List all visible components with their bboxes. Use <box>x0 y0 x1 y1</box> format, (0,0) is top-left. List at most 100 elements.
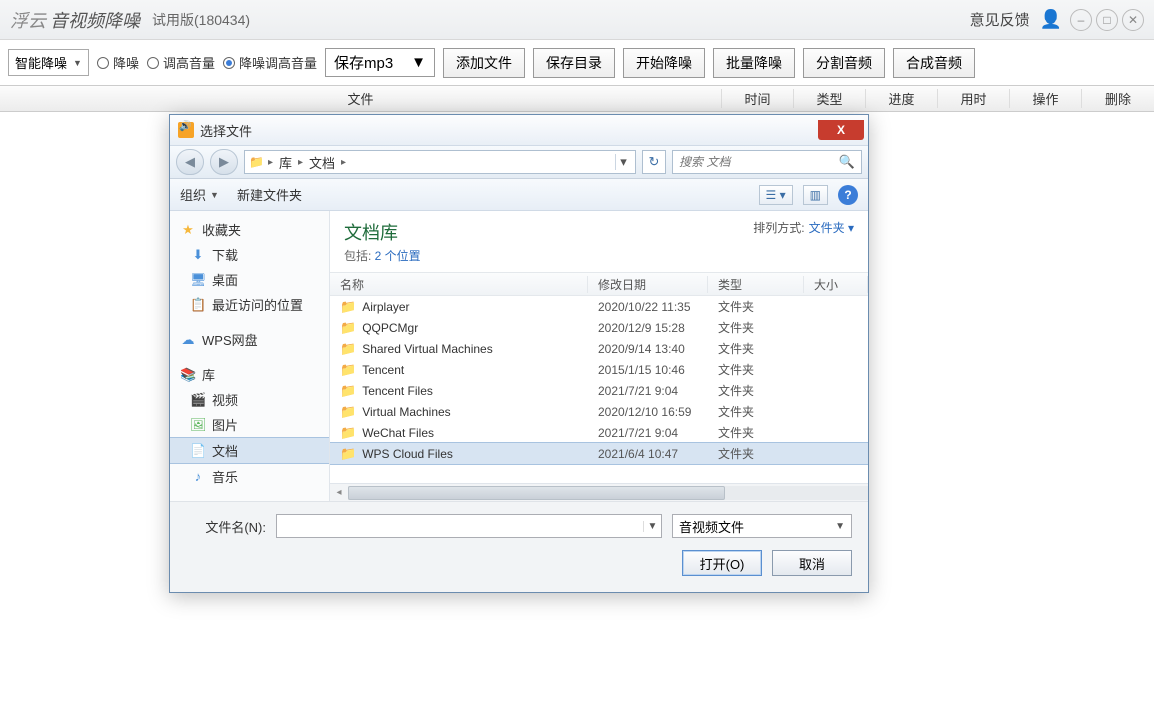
sort-label: 排列方式: <box>753 219 804 236</box>
radio-denoise[interactable]: 降噪 <box>97 53 139 72</box>
organize-menu[interactable]: 组织▼ <box>180 185 219 204</box>
file-name: WeChat Files <box>362 426 434 440</box>
minimize-icon[interactable]: – <box>1070 9 1092 31</box>
feedback-link[interactable]: 意见反馈 <box>970 9 1030 30</box>
sidebar-documents[interactable]: 📄文档 <box>170 437 329 464</box>
folder-icon: 📁 <box>249 155 264 169</box>
file-date: 2020/9/14 13:40 <box>588 342 708 356</box>
search-box[interactable]: 🔍 <box>672 150 862 174</box>
file-date: 2020/12/9 15:28 <box>588 321 708 335</box>
sidebar-favorites[interactable]: ★收藏夹 <box>170 217 329 242</box>
dialog-toolbar: 组织▼ 新建文件夹 ☰ ▾ ▥ ? <box>170 179 868 211</box>
th-action: 操作 <box>1010 89 1082 108</box>
view-mode-button[interactable]: ☰ ▾ <box>759 185 793 205</box>
sidebar-music[interactable]: ♪音乐 <box>170 464 329 489</box>
file-name: Airplayer <box>362 300 409 314</box>
radio-group: 降噪 调高音量 降噪调高音量 <box>97 53 317 72</box>
library-locations-link[interactable]: 2 个位置 <box>375 249 421 263</box>
sort-value-dropdown[interactable]: 文件夹 ▾ <box>809 219 854 236</box>
file-filter-dropdown[interactable]: 音视频文件▼ <box>672 514 852 538</box>
sidebar-downloads[interactable]: ⬇下载 <box>170 242 329 267</box>
file-type: 文件夹 <box>708 340 804 357</box>
folder-icon: 📁 <box>340 299 356 315</box>
col-type[interactable]: 类型 <box>708 276 804 293</box>
col-date[interactable]: 修改日期 <box>588 276 708 293</box>
nav-forward-button[interactable]: ▶ <box>210 149 238 175</box>
trial-label: 试用版(180434) <box>152 10 250 30</box>
file-row[interactable]: 📁Tencent2015/1/15 10:46文件夹 <box>330 359 868 380</box>
dialog-icon <box>178 122 194 138</box>
batch-denoise-button[interactable]: 批量降噪 <box>713 48 795 78</box>
file-type: 文件夹 <box>708 403 804 420</box>
chevron-down-icon: ▼ <box>73 58 82 68</box>
file-name: Tencent <box>362 363 404 377</box>
file-name: Shared Virtual Machines <box>362 342 493 356</box>
user-icon[interactable]: 👤 <box>1040 9 1062 30</box>
add-file-button[interactable]: 添加文件 <box>443 48 525 78</box>
file-row[interactable]: 📁WPS Cloud Files2021/6/4 10:47文件夹 <box>330 443 868 464</box>
th-file: 文件 <box>0 89 722 108</box>
folder-icon: 📁 <box>340 425 356 441</box>
start-denoise-button[interactable]: 开始降噪 <box>623 48 705 78</box>
radio-denoise-volume[interactable]: 降噪调高音量 <box>223 53 317 72</box>
chevron-down-icon[interactable]: ▼ <box>643 521 661 532</box>
save-format-dropdown[interactable]: 保存mp3 ▼ <box>325 48 435 77</box>
search-icon[interactable]: 🔍 <box>839 154 855 170</box>
dialog-close-button[interactable]: X <box>818 120 864 140</box>
radio-volume-up[interactable]: 调高音量 <box>147 53 215 72</box>
save-dir-button[interactable]: 保存目录 <box>533 48 615 78</box>
merge-audio-button[interactable]: 合成音频 <box>893 48 975 78</box>
sidebar-pictures[interactable]: 🖼图片 <box>170 412 329 437</box>
library-title: 文档库 <box>344 219 421 245</box>
file-date: 2020/12/10 16:59 <box>588 405 708 419</box>
close-icon[interactable]: ✕ <box>1122 9 1144 31</box>
th-elapsed: 用时 <box>938 89 1010 108</box>
filename-input[interactable]: ▼ <box>276 514 662 538</box>
th-progress: 进度 <box>866 89 938 108</box>
preview-pane-button[interactable]: ▥ <box>803 185 828 205</box>
sidebar-recent[interactable]: 📋最近访问的位置 <box>170 292 329 317</box>
horizontal-scrollbar[interactable]: ◂ <box>330 483 868 501</box>
file-row[interactable]: 📁Tencent Files2021/7/21 9:04文件夹 <box>330 380 868 401</box>
dialog-title: 选择文件 <box>200 121 252 140</box>
open-button[interactable]: 打开(O) <box>682 550 762 576</box>
file-row[interactable]: 📁 Shared Virtual Machines 2020/9/14 13:40文… <box>330 338 868 359</box>
library-header: 文档库 包括: 2 个位置 排列方式: 文件夹 ▾ <box>330 211 868 272</box>
nav-back-button[interactable]: ◀ <box>176 149 204 175</box>
sidebar-wps[interactable]: ☁WPS网盘 <box>170 327 329 352</box>
cancel-button[interactable]: 取消 <box>772 550 852 576</box>
scroll-thumb[interactable] <box>348 486 725 500</box>
help-icon[interactable]: ? <box>838 185 858 205</box>
file-name: Tencent Files <box>362 384 433 398</box>
scroll-left-icon[interactable]: ◂ <box>330 484 348 501</box>
new-folder-button[interactable]: 新建文件夹 <box>237 185 302 204</box>
breadcrumb-lib[interactable]: 库 <box>275 153 296 172</box>
refresh-button[interactable]: ↻ <box>642 150 666 174</box>
col-name[interactable]: 名称 <box>330 276 588 293</box>
file-row[interactable]: 📁QQPCMgr2020/12/9 15:28文件夹 <box>330 317 868 338</box>
sidebar-desktop[interactable]: 🖥桌面 <box>170 267 329 292</box>
file-columns-header: 名称 修改日期 类型 大小 <box>330 272 868 296</box>
folder-icon: 📁 <box>340 341 356 357</box>
file-name: WPS Cloud Files <box>362 447 453 461</box>
breadcrumb[interactable]: 📁 ▸ 库 ▸ 文档 ▸ ▾ <box>244 150 636 174</box>
file-row[interactable]: 📁Virtual Machines2020/12/10 16:59文件夹 <box>330 401 868 422</box>
search-input[interactable] <box>679 155 839 169</box>
chevron-right-icon: ▸ <box>341 157 346 168</box>
th-delete: 删除 <box>1082 89 1154 108</box>
col-size[interactable]: 大小 <box>804 276 868 293</box>
maximize-icon[interactable]: □ <box>1096 9 1118 31</box>
chevron-right-icon: ▸ <box>298 157 303 168</box>
folder-icon: 📁 <box>340 404 356 420</box>
breadcrumb-dropdown[interactable]: ▾ <box>615 154 631 170</box>
split-audio-button[interactable]: 分割音频 <box>803 48 885 78</box>
file-date: 2015/1/15 10:46 <box>588 363 708 377</box>
breadcrumb-doc[interactable]: 文档 <box>305 153 339 172</box>
file-row[interactable]: 📁Airplayer2020/10/22 11:35文件夹 <box>330 296 868 317</box>
file-row[interactable]: 📁WeChat Files2021/7/21 9:04文件夹 <box>330 422 868 443</box>
file-type: 文件夹 <box>708 445 804 462</box>
sidebar-library[interactable]: 📚库 <box>170 362 329 387</box>
mode-dropdown[interactable]: 智能降噪 ▼ <box>8 49 89 76</box>
file-type: 文件夹 <box>708 424 804 441</box>
sidebar-video[interactable]: 🎬视频 <box>170 387 329 412</box>
